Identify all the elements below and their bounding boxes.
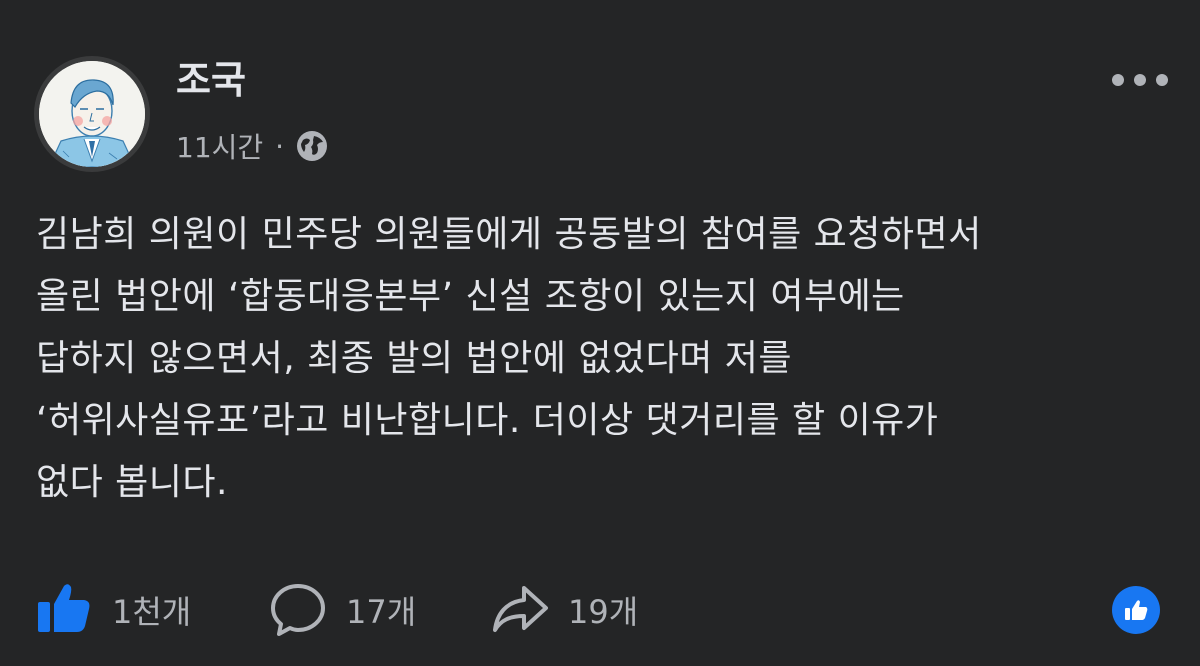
comment-bubble-icon: [268, 578, 328, 642]
comment-count: 17개: [346, 593, 417, 631]
more-dot: [1112, 74, 1124, 86]
avatar-illustration: [39, 61, 145, 167]
more-dot: [1134, 74, 1146, 86]
more-options-icon[interactable]: [1112, 70, 1168, 90]
share-arrow-icon: [490, 578, 550, 642]
more-dot: [1156, 74, 1168, 86]
post-meta: 11시간 ·: [176, 124, 330, 168]
meta-separator: ·: [275, 129, 285, 163]
share-button[interactable]: 19개: [490, 580, 638, 640]
avatar[interactable]: [34, 56, 150, 172]
globe-icon[interactable]: [294, 128, 330, 164]
share-count: 19개: [568, 593, 639, 631]
author-name[interactable]: 조국: [176, 56, 246, 104]
post-time[interactable]: 11시간: [176, 126, 263, 166]
like-count: 1천개: [112, 593, 192, 631]
thumbs-up-icon: [34, 578, 94, 642]
facebook-post: 조국 11시간 · 김남희 의원이 민주당 의원들에게 공동발의 참여를 요청하…: [0, 0, 1200, 666]
post-text: 김남희 의원이 민주당 의원들에게 공동발의 참여를 요청하면서 올린 법안에 …: [36, 214, 982, 503]
like-reaction-icon[interactable]: [1112, 586, 1160, 634]
action-bar: 1천개 17개 19개: [0, 580, 1200, 640]
like-button[interactable]: 1천개: [34, 580, 191, 640]
comment-button[interactable]: 17개: [268, 580, 416, 640]
